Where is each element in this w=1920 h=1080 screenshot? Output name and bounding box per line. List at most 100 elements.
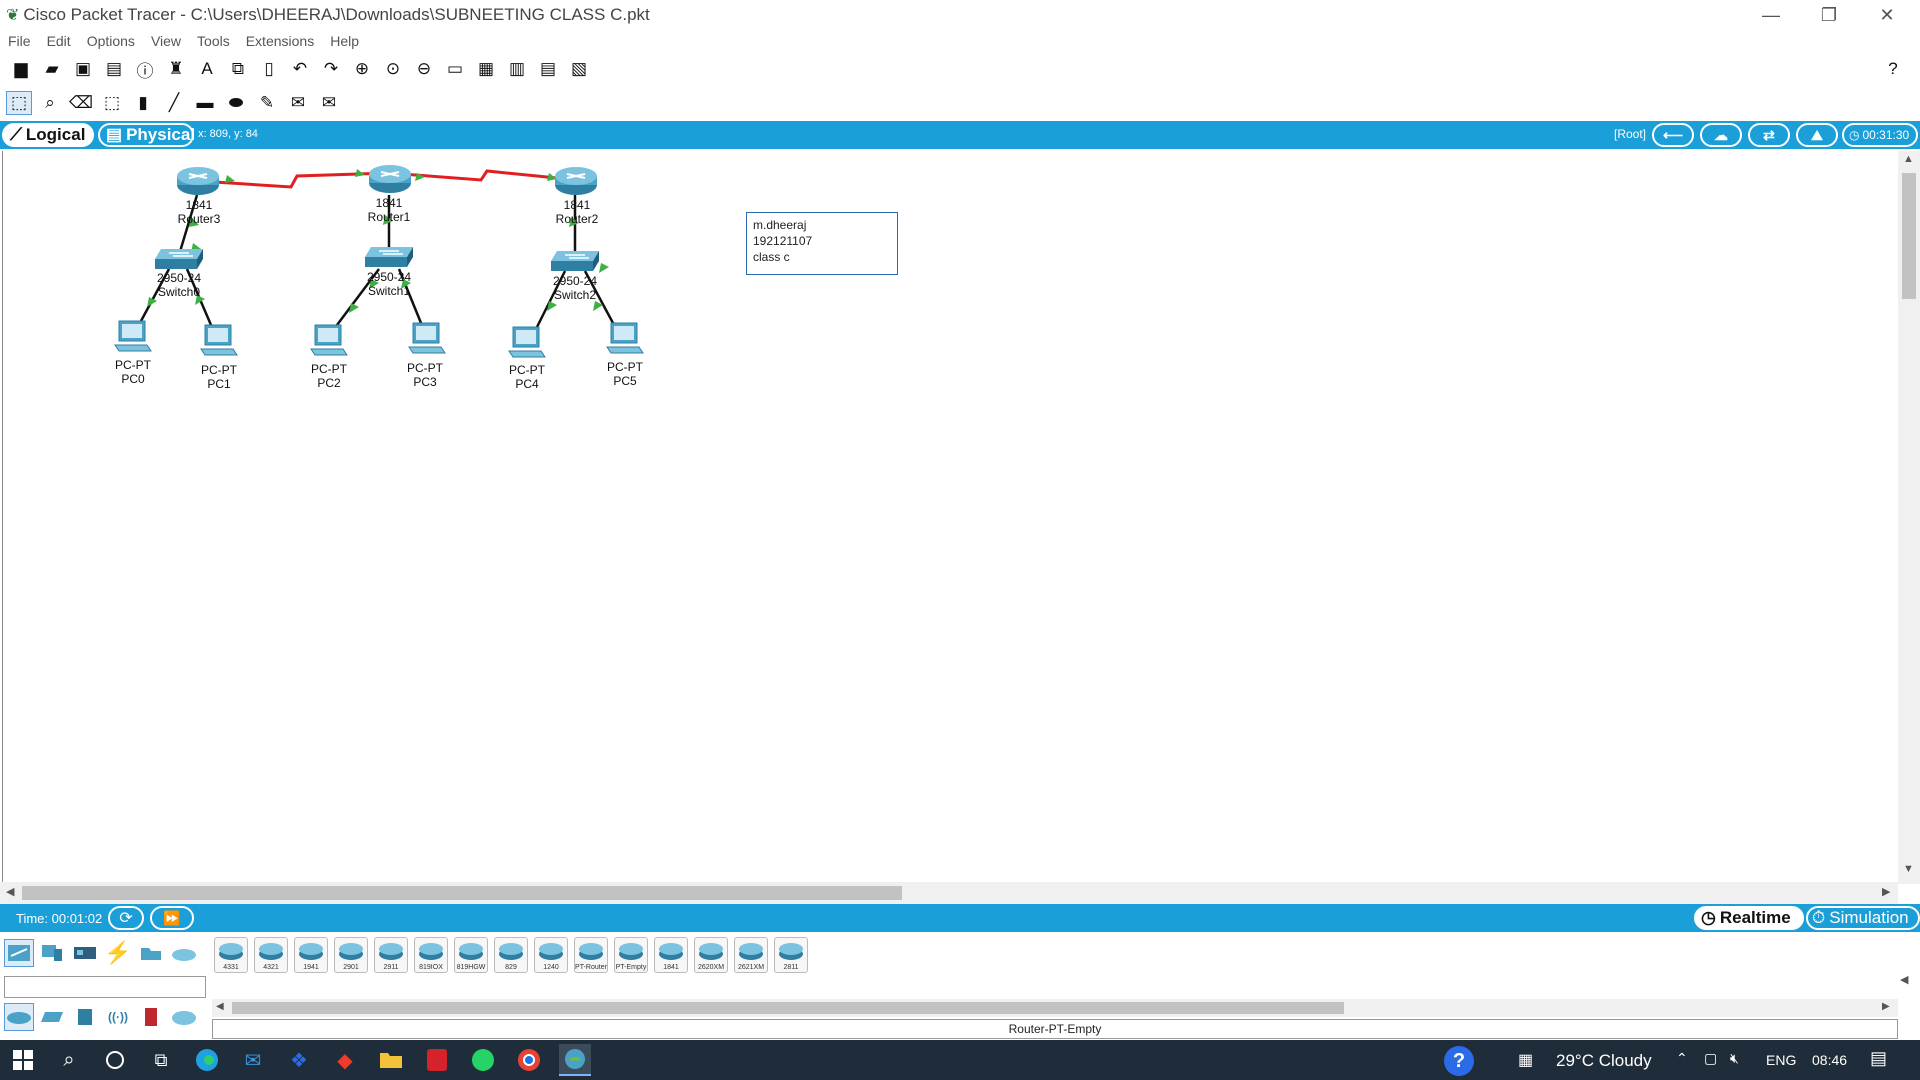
pc-icon[interactable]: [407, 321, 447, 357]
menu-file[interactable]: File: [8, 33, 31, 49]
router-model-2911[interactable]: 2911: [374, 937, 408, 973]
acrobat-icon[interactable]: [421, 1044, 453, 1076]
router-icon[interactable]: [175, 165, 221, 197]
router-model-829[interactable]: 829: [494, 937, 528, 973]
zoom-reset-icon[interactable]: ⊙: [380, 57, 406, 81]
switch-icon[interactable]: [153, 247, 205, 271]
router-model-819hgw[interactable]: 819HGW: [454, 937, 488, 973]
switches-category-icon[interactable]: [37, 1003, 67, 1031]
viewport-clock[interactable]: ◷ 00:31:30: [1842, 123, 1918, 147]
menu-view[interactable]: View: [151, 33, 181, 49]
realtime-tab[interactable]: ◷ Realtime: [1694, 906, 1804, 930]
help-icon[interactable]: ?: [1880, 57, 1906, 81]
redo-icon[interactable]: ↷: [318, 57, 344, 81]
help-tips-icon[interactable]: ?: [1444, 1046, 1474, 1076]
volume-muted-icon[interactable]: 🔇︎: [1730, 1050, 1739, 1067]
router-model-2811[interactable]: 2811: [774, 937, 808, 973]
custom-devices-icon[interactable]: ▦: [473, 57, 499, 81]
add-complex-pdu-icon[interactable]: ✉: [316, 91, 342, 115]
simulation-tab[interactable]: ⏱ Simulation: [1806, 906, 1920, 930]
router-model-2901[interactable]: 2901: [334, 937, 368, 973]
hubs-category-icon[interactable]: [70, 1003, 100, 1031]
fast-forward-button[interactable]: ⏩: [150, 906, 194, 930]
wan-emulation-category-icon[interactable]: [169, 1003, 199, 1031]
drawing-palette-icon[interactable]: ▭: [442, 57, 468, 81]
router-icon[interactable]: [553, 165, 599, 197]
model-scroll-right-icon[interactable]: ▶: [1882, 1001, 1890, 1012]
pc-icon[interactable]: [507, 325, 547, 361]
delete-icon[interactable]: ⌫: [68, 91, 94, 115]
undo-icon[interactable]: ↶: [287, 57, 313, 81]
router-model-819iox[interactable]: 819IOX: [414, 937, 448, 973]
router-model-1240[interactable]: 1240: [534, 937, 568, 973]
router-model-pt-router[interactable]: PT-Router: [574, 937, 608, 973]
close-button[interactable]: ✕: [1858, 0, 1916, 30]
router-model-1841[interactable]: 1841: [654, 937, 688, 973]
power-cycle-button[interactable]: ⟳: [108, 906, 144, 930]
logical-workspace-canvas[interactable]: 1841 Router3 1841 Router1 1841 Router2 2950…: [2, 151, 1898, 882]
switch-icon[interactable]: [549, 249, 601, 273]
draw-line-icon[interactable]: ╱: [161, 91, 187, 115]
move-object-button[interactable]: ⇄: [1748, 123, 1790, 147]
place-note-icon[interactable]: ▮: [130, 91, 156, 115]
print-icon[interactable]: ▤: [101, 57, 127, 81]
model-scroll-thumb[interactable]: [232, 1002, 1344, 1014]
minimize-button[interactable]: —: [1742, 0, 1800, 30]
menu-help[interactable]: Help: [330, 33, 359, 49]
device-search-field[interactable]: [4, 976, 206, 998]
maximize-button[interactable]: ❐: [1800, 0, 1858, 30]
anydesk-icon[interactable]: ◆: [329, 1044, 361, 1076]
network-status-icon[interactable]: ▢: [1704, 1050, 1717, 1067]
vertical-scrollbar[interactable]: ▲ ▼: [1898, 151, 1920, 884]
chrome-icon[interactable]: [513, 1044, 545, 1076]
router-icon[interactable]: [367, 163, 413, 195]
scroll-down-icon[interactable]: ▼: [1903, 863, 1914, 875]
new-cluster-button[interactable]: ☁: [1700, 123, 1742, 147]
resize-shape-icon[interactable]: ⬚: [99, 91, 125, 115]
ip-config-icon[interactable]: ▧: [566, 57, 592, 81]
horizontal-scrollbar[interactable]: ◀ ▶: [0, 882, 1898, 904]
router-model-4331[interactable]: 4331: [214, 937, 248, 973]
end-devices-icon[interactable]: [37, 939, 67, 967]
save-icon[interactable]: ▣: [70, 57, 96, 81]
select-icon[interactable]: ⬚: [6, 91, 32, 115]
zoom-in-icon[interactable]: ⊕: [349, 57, 375, 81]
draw-ellipse-icon[interactable]: ⬬: [223, 91, 249, 115]
chevron-up-icon[interactable]: ⌃: [1676, 1050, 1688, 1067]
packet-tracer-taskbar-icon[interactable]: [559, 1044, 591, 1076]
router-model-2620xm[interactable]: 2620XM: [694, 937, 728, 973]
router-model-4321[interactable]: 4321: [254, 937, 288, 973]
router-model-1941[interactable]: 1941: [294, 937, 328, 973]
system-clock[interactable]: 08:46: [1812, 1052, 1847, 1068]
activity-wizard-icon[interactable]: ♜: [163, 57, 189, 81]
network-info-icon[interactable]: A: [194, 57, 220, 81]
windows-start-icon[interactable]: [7, 1044, 39, 1076]
wireless-category-icon[interactable]: ((·)): [103, 1003, 133, 1031]
notification-center-icon[interactable]: ▤: [1870, 1048, 1887, 1069]
menu-edit[interactable]: Edit: [47, 33, 71, 49]
search-icon[interactable]: ⌕: [53, 1044, 85, 1076]
search-icon[interactable]: ⌕: [37, 91, 63, 115]
add-simple-pdu-icon[interactable]: ✉: [285, 91, 311, 115]
back-button[interactable]: ⟵: [1652, 123, 1694, 147]
device-dialog-icon[interactable]: ▤: [535, 57, 561, 81]
mail-icon[interactable]: ✉: [237, 1044, 269, 1076]
info-icon[interactable]: ⓘ: [132, 57, 158, 81]
pc-icon[interactable]: [199, 323, 239, 359]
components-icon[interactable]: [70, 939, 100, 967]
panel-scroll-right-icon[interactable]: ◀: [1900, 973, 1908, 986]
edge-browser-icon[interactable]: [191, 1044, 223, 1076]
scroll-up-icon[interactable]: ▲: [1903, 153, 1914, 165]
security-category-icon[interactable]: [136, 1003, 166, 1031]
menu-extensions[interactable]: Extensions: [246, 33, 314, 49]
routers-category-icon[interactable]: [4, 1003, 34, 1031]
model-list-scrollbar[interactable]: ◀ ▶: [212, 999, 1898, 1017]
logical-tab[interactable]: ⟋ Logical: [2, 123, 94, 147]
connections-icon[interactable]: ⚡: [103, 939, 133, 967]
freeform-icon[interactable]: ✎: [254, 91, 280, 115]
copy-icon[interactable]: ⧉: [225, 57, 251, 81]
zoom-out-icon[interactable]: ⊖: [411, 57, 437, 81]
dropbox-icon[interactable]: ❖: [283, 1044, 315, 1076]
miscellaneous-icon[interactable]: [136, 939, 166, 967]
file-explorer-icon[interactable]: [375, 1044, 407, 1076]
